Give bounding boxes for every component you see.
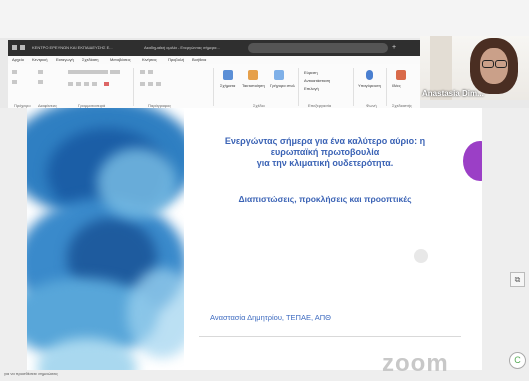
quick-styles-label[interactable]: Γρήγορα στυλ (270, 83, 295, 88)
ribbon-separator (386, 68, 387, 106)
microphone-icon[interactable] (366, 70, 373, 80)
glasses-left (482, 60, 494, 68)
menu-animations[interactable]: Κινήσεις (142, 56, 157, 64)
align-center-icon[interactable] (148, 82, 153, 86)
bullets-icon[interactable] (140, 70, 145, 74)
new-slide-icon[interactable] (38, 70, 43, 74)
new-tab-button[interactable]: + (392, 43, 402, 53)
zoom-watermark: zoom (382, 350, 449, 377)
shapes-icon[interactable] (223, 70, 233, 80)
designer-icon[interactable] (396, 70, 406, 80)
numbering-icon[interactable] (148, 70, 153, 74)
tab-lecture[interactable]: Ακαδημαϊκή ομιλία - Ενεργώντας σήμερα... (144, 43, 244, 53)
strike-icon[interactable] (92, 82, 97, 86)
presentation-slide: Ενεργώντας σήμερα για ένα καλύτερο αύριο… (27, 108, 482, 370)
status-bar-text: για να προσθέσετε σημειώσεις (4, 371, 59, 376)
align-left-icon[interactable] (140, 82, 145, 86)
gray-circle-decoration (414, 249, 428, 263)
purple-circle-decoration (463, 141, 482, 181)
watercolor-decoration (27, 108, 184, 370)
participant-name: Anastasia Dim... (422, 89, 484, 98)
slide-stage: Ενεργώντας σήμερα για ένα καλύτερο αύριο… (0, 108, 529, 381)
share-screen-icon[interactable]: ⧉ (510, 272, 525, 287)
participant-video[interactable]: Anastasia Dim... (420, 36, 529, 100)
cut-icon[interactable] (12, 80, 17, 84)
menu-home[interactable]: Κεντρική (32, 56, 47, 64)
select-button[interactable]: Επιλογή (304, 86, 319, 91)
slide-title-line-1: Ενεργώντας σήμερα για ένα καλύτερο αύριο… (224, 136, 426, 146)
slide-author: Αναστασία Δημητρίου, ΤΕΠΑΕ, ΑΠΘ (210, 313, 331, 322)
menu-help[interactable]: Βοήθεια (192, 56, 206, 64)
tab-presentation-center[interactable]: ΚΕΝΤΡΟ ΕΡΕΥΝΩΝ ΚΑΙ ΕΚΠΑΙΔΕΥΣΗΣ Ε... (32, 43, 142, 53)
slide-title-line-2: ευρωπαϊκή πρωτοβουλία (270, 147, 380, 157)
arrange-icon[interactable] (248, 70, 258, 80)
dictate-label[interactable]: Υπαγόρευση (358, 83, 381, 88)
menu-transitions[interactable]: Μεταβάσεις (110, 56, 131, 64)
ribbon-menu-bar: Αρχείο Κεντρική Εισαγωγή Σχεδίαση Μεταβά… (8, 56, 420, 64)
ribbon-separator (353, 68, 354, 106)
menu-file[interactable]: Αρχείο (12, 56, 24, 64)
ribbon-separator (298, 68, 299, 106)
menu-view[interactable]: Προβολή (168, 56, 184, 64)
font-size-select[interactable] (110, 70, 120, 74)
ribbon-separator (213, 68, 214, 106)
slide-divider (199, 336, 461, 337)
arrange-label[interactable]: Τακτοποίηση (242, 83, 265, 88)
address-bar[interactable] (248, 43, 388, 53)
ribbon-separator (133, 68, 134, 106)
paste-icon[interactable] (12, 70, 17, 74)
find-button[interactable]: Εύρεση (304, 70, 318, 75)
window-menu-icon[interactable] (12, 45, 17, 50)
bold-icon[interactable] (68, 82, 73, 86)
zoom-logo-icon: C (509, 352, 526, 369)
underline-icon[interactable] (84, 82, 89, 86)
glasses-right (495, 60, 507, 68)
menu-design[interactable]: Σχεδίαση (82, 56, 98, 64)
slide-title-line-3: για την κλιματική ουδετερότητα. (256, 158, 394, 168)
italic-icon[interactable] (76, 82, 81, 86)
font-family-select[interactable] (68, 70, 108, 74)
layout-icon[interactable] (38, 80, 43, 84)
slide-subtitle: Διαπιστώσεις, προκλήσεις και προοπτικές (238, 194, 412, 204)
shapes-label[interactable]: Σχήματα (220, 83, 235, 88)
top-strip (0, 0, 529, 38)
replace-button[interactable]: Αντικατάσταση (304, 78, 330, 83)
designer-label[interactable]: Ιδέες (392, 83, 401, 88)
ribbon-toolbar: Σχήματα Τακτοποίηση Γρήγορα στυλ Εύρεση … (8, 64, 420, 109)
menu-insert[interactable]: Εισαγωγή (56, 56, 74, 64)
slide-title: Ενεργώντας σήμερα για ένα καλύτερο αύριο… (210, 136, 440, 169)
browser-tab-bar: ΚΕΝΤΡΟ ΕΡΕΥΝΩΝ ΚΑΙ ΕΚΠΑΙΔΕΥΣΗΣ Ε... Ακαδ… (8, 40, 420, 56)
quick-styles-icon[interactable] (274, 70, 284, 80)
font-color-icon[interactable] (104, 82, 109, 86)
align-right-icon[interactable] (156, 82, 161, 86)
window-sidebar-icon[interactable] (20, 45, 25, 50)
